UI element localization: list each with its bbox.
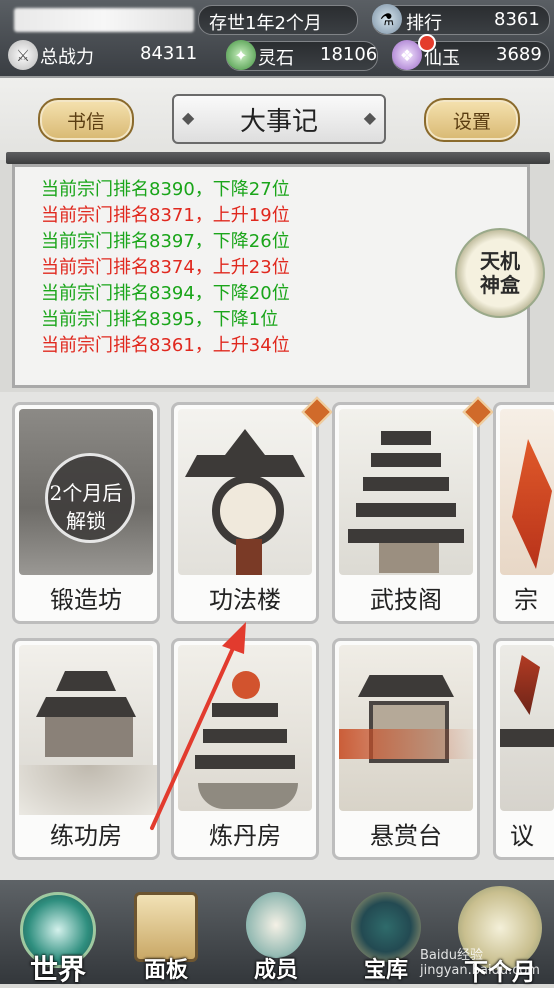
card-label: 悬赏台 bbox=[370, 821, 442, 850]
watermark: Baidu经验 jingyan.baidu.com bbox=[420, 948, 540, 978]
door-icon bbox=[236, 539, 262, 575]
flame-icon bbox=[514, 655, 540, 715]
tier-icon bbox=[348, 529, 464, 543]
tier-icon bbox=[371, 453, 441, 467]
roof-icon bbox=[36, 697, 136, 717]
tianji-box-button[interactable]: 天机 神盒 bbox=[455, 228, 545, 318]
nav-label: 面板 bbox=[143, 957, 188, 983]
ranking-value: 8361 bbox=[494, 9, 540, 30]
log-line: 当前宗门排名8361，上升34位 bbox=[41, 335, 290, 356]
tier-icon bbox=[356, 503, 456, 517]
bounty-stage-art bbox=[339, 645, 477, 811]
card-label: 练功房 bbox=[50, 821, 122, 850]
log-line: 当前宗门排名8390，下降27位 bbox=[41, 179, 290, 200]
scroll-rail bbox=[6, 152, 550, 164]
card-label: 功法楼 bbox=[209, 585, 281, 614]
page-title-text: 大事记 bbox=[239, 106, 318, 137]
log-line: 当前宗门排名8397，下降26位 bbox=[41, 231, 290, 252]
ribbon-icon bbox=[339, 729, 477, 759]
hall-body-icon bbox=[45, 717, 133, 757]
power-label: 总战力 bbox=[40, 47, 94, 68]
card-label: 武技阁 bbox=[370, 585, 442, 614]
right-ornament-icon: ◆ bbox=[363, 108, 376, 127]
training-room-art bbox=[19, 645, 157, 815]
jade-notification-dot bbox=[418, 34, 436, 52]
settings-button[interactable]: 设置 bbox=[424, 98, 520, 142]
player-name-blurred bbox=[14, 8, 194, 32]
log-line: 当前宗门排名8394，下降20位 bbox=[41, 283, 290, 304]
roof-icon bbox=[500, 729, 554, 747]
card-technique-tower[interactable]: 功法楼 bbox=[171, 402, 319, 624]
card-label: 宗 bbox=[514, 585, 538, 614]
roof-icon bbox=[225, 429, 265, 455]
tier-icon bbox=[381, 431, 431, 445]
tianji-line1: 天机 bbox=[480, 249, 520, 273]
roof-icon bbox=[358, 675, 454, 697]
tier-icon bbox=[212, 703, 278, 717]
card-forge[interactable]: 2个月后 解锁 锻造坊 bbox=[12, 402, 160, 624]
card-sect-partial[interactable]: 宗 bbox=[493, 402, 554, 624]
log-line: 当前宗门排名8395，下降1位 bbox=[41, 309, 279, 330]
lock-line1: 2个月后 bbox=[49, 481, 123, 505]
nav-members-button[interactable]: 成员 bbox=[226, 880, 326, 984]
event-log: 当前宗门排名8390，下降27位 当前宗门排名8371，上升19位 当前宗门排名… bbox=[12, 164, 530, 388]
ranking-icon: ⚗ bbox=[372, 4, 402, 34]
tianji-line2: 神盒 bbox=[480, 273, 520, 297]
roof-icon bbox=[56, 671, 116, 691]
power-icon: ⚔ bbox=[8, 40, 38, 70]
nav-label: 世界 bbox=[29, 953, 86, 986]
page-title: ◆ 大事记 ◆ bbox=[172, 94, 386, 144]
eave-icon bbox=[185, 455, 305, 477]
sun-icon bbox=[232, 671, 260, 699]
card-training-room[interactable]: 练功房 bbox=[12, 638, 160, 860]
spirit-stone-value: 18106 bbox=[320, 44, 378, 65]
left-ornament-icon: ◆ bbox=[182, 108, 195, 127]
lock-text: 2个月后 解锁 bbox=[19, 479, 153, 535]
nav-label: 成员 bbox=[253, 957, 298, 983]
floating-rock-icon bbox=[198, 783, 298, 809]
tier-icon bbox=[203, 729, 287, 743]
log-line: 当前宗门排名8371，上升19位 bbox=[41, 205, 290, 226]
technique-tower-art bbox=[178, 409, 312, 575]
card-label: 议 bbox=[510, 821, 534, 850]
emblem-icon bbox=[212, 475, 284, 547]
calendar-text: 存世1年2个月 bbox=[209, 13, 322, 34]
tower-base-icon bbox=[379, 543, 439, 573]
letters-button[interactable]: 书信 bbox=[38, 98, 134, 142]
nav-panel-button[interactable]: 面板 bbox=[116, 880, 216, 984]
cloud-icon bbox=[19, 765, 157, 815]
spirit-stone-icon: ✦ bbox=[226, 40, 256, 70]
card-alchemy-room[interactable]: 炼丹房 bbox=[171, 638, 319, 860]
sect-art bbox=[500, 409, 554, 575]
tier-icon bbox=[363, 477, 449, 491]
tier-icon bbox=[195, 755, 295, 769]
spirit-stone-label: 灵石 bbox=[258, 48, 294, 69]
card-bounty-stage[interactable]: 悬赏台 bbox=[332, 638, 480, 860]
council-art bbox=[500, 645, 554, 811]
card-label: 炼丹房 bbox=[209, 821, 281, 850]
card-council-partial[interactable]: 议 bbox=[493, 638, 554, 860]
ranking-label: 排行 bbox=[406, 13, 442, 34]
flame-icon bbox=[512, 439, 552, 569]
card-label: 锻造坊 bbox=[50, 585, 122, 614]
card-martial-pavilion[interactable]: 武技阁 bbox=[332, 402, 480, 624]
lock-line2: 解锁 bbox=[66, 509, 106, 533]
power-value: 84311 bbox=[140, 43, 198, 64]
martial-pavilion-art bbox=[339, 409, 473, 575]
log-line: 当前宗门排名8374，上升23位 bbox=[41, 257, 290, 278]
nav-world-button[interactable]: 世界 bbox=[6, 880, 110, 986]
jade-value: 3689 bbox=[496, 44, 542, 65]
alchemy-room-art bbox=[178, 645, 312, 811]
status-bar: 存世1年2个月 ⚗ 排行 8361 ⚔ 总战力 84311 ✦ 灵石 18106… bbox=[0, 0, 554, 78]
forge-art: 2个月后 解锁 bbox=[19, 409, 153, 575]
members-icon bbox=[246, 892, 306, 958]
